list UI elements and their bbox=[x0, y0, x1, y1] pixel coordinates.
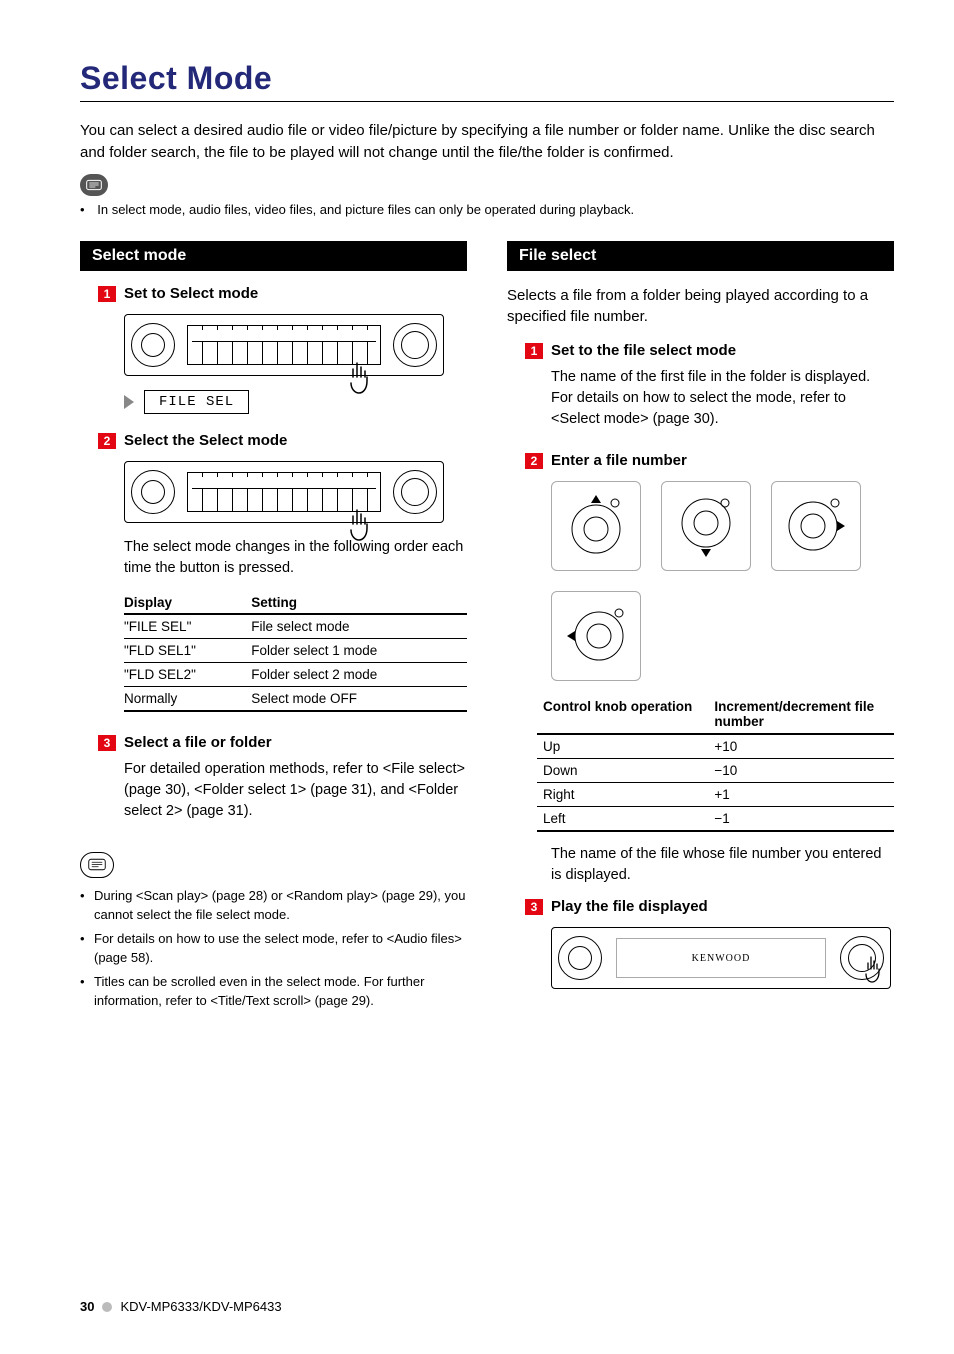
table-row: Right+1 bbox=[537, 783, 894, 807]
table-row: Up+10 bbox=[537, 734, 894, 759]
footer-dot-icon bbox=[102, 1302, 112, 1312]
step-body-text: For detailed operation methods, refer to… bbox=[124, 759, 467, 822]
table-header: Control knob operation bbox=[537, 695, 708, 734]
device-diagram-1 bbox=[80, 314, 467, 376]
step-number: 2 bbox=[98, 433, 116, 449]
display-indicator: FILE SEL bbox=[124, 390, 467, 414]
table-row: "FILE SEL"File select mode bbox=[124, 614, 467, 639]
volume-dial-icon bbox=[558, 936, 602, 980]
table-header: Setting bbox=[251, 591, 467, 614]
step-body-text: The select mode changes in the following… bbox=[124, 537, 467, 579]
page-footer: 30 KDV-MP6333/KDV-MP6433 bbox=[80, 1299, 282, 1314]
notes-list: During <Scan play> (page 28) or <Random … bbox=[80, 886, 467, 1011]
step-2-body: The select mode changes in the following… bbox=[80, 537, 467, 579]
step-2-after-text: The name of the file whose file number y… bbox=[507, 844, 894, 886]
device-diagram-2 bbox=[80, 461, 467, 523]
step-title: Set to Select mode bbox=[124, 285, 467, 302]
step-2-left: 2 Select the Select mode bbox=[80, 432, 467, 449]
step-title: Select a file or folder bbox=[124, 734, 467, 751]
play-triangle-icon bbox=[124, 395, 134, 409]
step-1-right: 1 Set to the file select mode The name o… bbox=[507, 342, 894, 430]
control-knob-icon bbox=[840, 936, 884, 980]
knob-up-icon bbox=[551, 481, 641, 571]
note-icon bbox=[80, 174, 108, 196]
step-3-right: 3 Play the file displayed bbox=[507, 898, 894, 915]
table-row: "FLD SEL1"Folder select 1 mode bbox=[124, 638, 467, 662]
knob-down-icon bbox=[661, 481, 751, 571]
intro-text: You can select a desired audio file or v… bbox=[80, 120, 894, 164]
step-2-right: 2 Enter a file number bbox=[507, 452, 894, 469]
brand-label: KENWOOD bbox=[616, 938, 826, 978]
press-hand-icon bbox=[345, 361, 375, 402]
page-title: Select Mode bbox=[80, 60, 894, 97]
table-row: "FLD SEL2"Folder select 2 mode bbox=[124, 662, 467, 686]
step-1-left: 1 Set to Select mode bbox=[80, 285, 467, 302]
knob-left-icon bbox=[551, 591, 641, 681]
note-item: Titles can be scrolled even in the selec… bbox=[80, 972, 467, 1011]
step-number: 2 bbox=[525, 453, 543, 469]
section-header-select-mode: Select mode bbox=[80, 241, 467, 271]
page-number: 30 bbox=[80, 1299, 94, 1314]
note-item: During <Scan play> (page 28) or <Random … bbox=[80, 886, 467, 925]
file-select-intro: Selects a file from a folder being playe… bbox=[507, 285, 894, 329]
top-note: • In select mode, audio files, video fil… bbox=[80, 202, 894, 217]
control-knob-icon bbox=[393, 323, 437, 367]
volume-dial-icon bbox=[131, 323, 175, 367]
section-header-file-select: File select bbox=[507, 241, 894, 271]
knob-right-icon bbox=[771, 481, 861, 571]
device-diagram-play: KENWOOD bbox=[551, 927, 891, 989]
model-name: KDV-MP6333/KDV-MP6433 bbox=[120, 1299, 281, 1314]
knob-diagrams bbox=[507, 481, 894, 681]
step-title: Select the Select mode bbox=[124, 432, 467, 449]
table-row: Left−1 bbox=[537, 807, 894, 832]
note-item: For details on how to use the select mod… bbox=[80, 929, 467, 968]
mode-table: Display Setting "FILE SEL"File select mo… bbox=[124, 591, 467, 712]
control-knob-icon bbox=[393, 470, 437, 514]
table-row: NormallySelect mode OFF bbox=[124, 686, 467, 711]
table-header: Display bbox=[124, 591, 251, 614]
step-number: 1 bbox=[98, 286, 116, 302]
top-note-text: In select mode, audio files, video files… bbox=[97, 202, 634, 217]
step-title: Set to the file select mode bbox=[551, 342, 894, 359]
control-table: Control knob operation Increment/decreme… bbox=[537, 695, 894, 832]
title-bar: Select Mode bbox=[80, 60, 894, 102]
step-number: 1 bbox=[525, 343, 543, 359]
left-column: Select mode 1 Set to Select mode FILE SE… bbox=[80, 241, 467, 1015]
press-hand-icon bbox=[861, 955, 887, 990]
table-row: Down−10 bbox=[537, 759, 894, 783]
step-title: Enter a file number bbox=[551, 452, 894, 469]
note-icon-outline bbox=[80, 852, 114, 878]
step-title: Play the file displayed bbox=[551, 898, 894, 915]
table-header: Increment/decrement file number bbox=[708, 695, 894, 734]
right-column: File select Selects a file from a folder… bbox=[507, 241, 894, 1015]
step-3-left: 3 Select a file or folder For detailed o… bbox=[80, 734, 467, 822]
volume-dial-icon bbox=[131, 470, 175, 514]
step-number: 3 bbox=[98, 735, 116, 751]
display-text: FILE SEL bbox=[144, 390, 249, 414]
step-number: 3 bbox=[525, 899, 543, 915]
step-body-text: The name of the first file in the folder… bbox=[551, 367, 894, 430]
